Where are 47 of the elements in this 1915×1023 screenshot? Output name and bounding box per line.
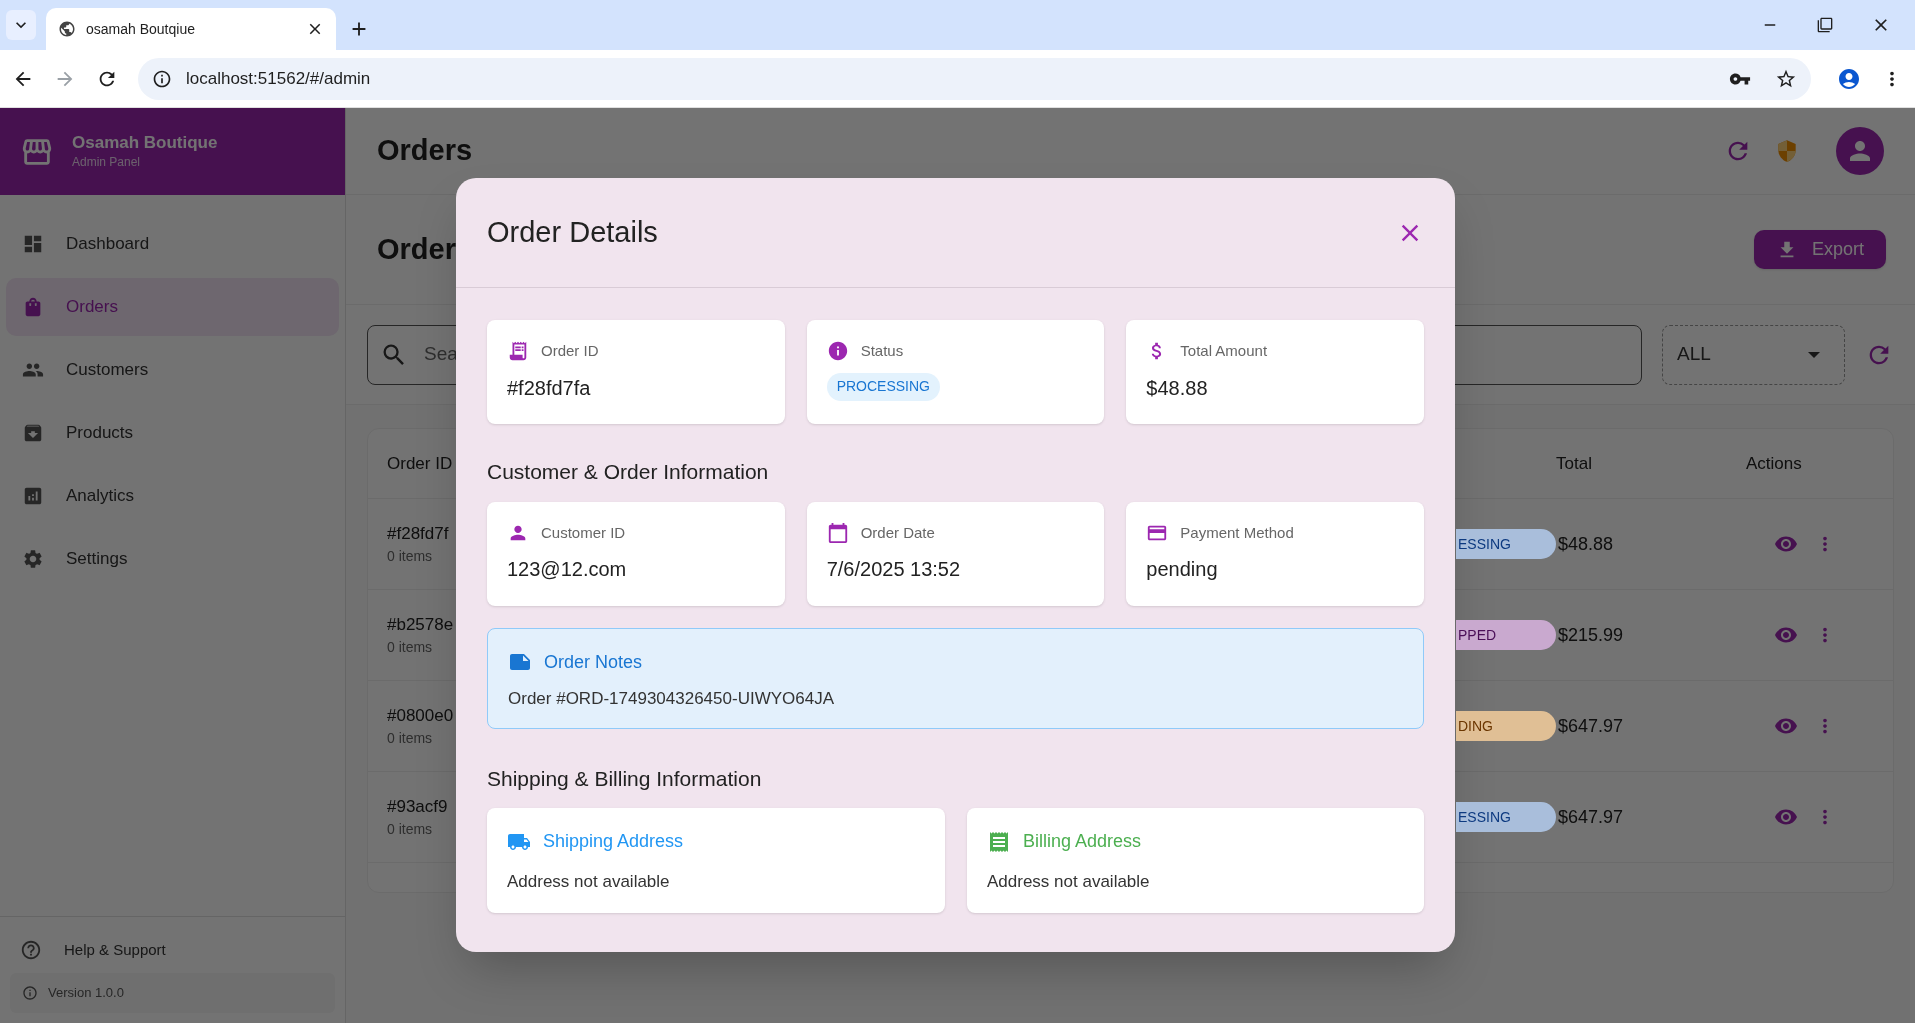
tab-title: osamah Boutqiue: [86, 19, 196, 39]
version-text: Version 1.0.0: [48, 984, 124, 1003]
item-count: 0 items: [387, 547, 434, 567]
section-heading: Customer & Order Information: [487, 459, 770, 485]
order-id: #f28fd7f: [387, 522, 450, 545]
brand-subtitle: Admin Panel: [72, 154, 142, 172]
order-id: #0800e0: [387, 704, 455, 727]
card-value: 7/6/2025 13:52: [826, 557, 962, 582]
total-cell-text: $647.97: [1557, 805, 1625, 829]
address-title: Billing Address: [1023, 830, 1142, 853]
notes-text: Order #ORD-1749304326450-UIWYO64JA: [508, 687, 835, 710]
total-cell-text: $647.97: [1557, 714, 1625, 738]
total-cell-text: $215.99: [1557, 623, 1625, 647]
page-header-title: Orders: [377, 133, 474, 169]
item-count: 0 items: [387, 729, 434, 749]
item-count: 0 items: [387, 638, 434, 658]
column-header: Order ID: [387, 452, 454, 475]
address-text: Address not available: [507, 871, 671, 893]
column-header: Total: [1556, 452, 1593, 475]
address-text: Address not available: [987, 871, 1151, 893]
card-value: 123@12.com: [507, 557, 628, 582]
column-header: Actions: [1746, 452, 1803, 475]
status-chip: PPED: [1456, 620, 1556, 650]
card-value: #f28fd7fa: [507, 375, 592, 401]
dialog-title: Order Details: [487, 214, 659, 250]
order-id: #93acf9: [387, 795, 449, 818]
status-chip: ESSING: [1456, 529, 1556, 559]
status-chip: DING: [1456, 711, 1556, 741]
card-label: Payment Method: [1180, 522, 1294, 543]
total-cell-text: $48.88: [1557, 532, 1615, 556]
brand-name: Osamah Boutique: [72, 131, 218, 154]
card-value: pending: [1146, 557, 1219, 582]
card-label: Status: [860, 341, 904, 361]
status-chip: PROCESSING: [826, 372, 940, 401]
order-id: #b2578e: [387, 613, 455, 636]
notes-title: Order Notes: [544, 650, 643, 674]
status-chip: ESSING: [1456, 802, 1556, 832]
item-count: 0 items: [387, 820, 434, 840]
card-label: Total Amount: [1180, 341, 1268, 361]
card-value: $48.88: [1146, 375, 1209, 401]
url-text: localhost:51562/#/admin: [186, 67, 372, 90]
card-label: Order ID: [541, 341, 599, 361]
section-title: Order: [377, 231, 456, 267]
section-heading: Shipping & Billing Information: [487, 765, 763, 792]
address-title: Shipping Address: [543, 830, 684, 853]
card-label: Customer ID: [541, 522, 626, 543]
card-label: Order Date: [860, 522, 935, 543]
